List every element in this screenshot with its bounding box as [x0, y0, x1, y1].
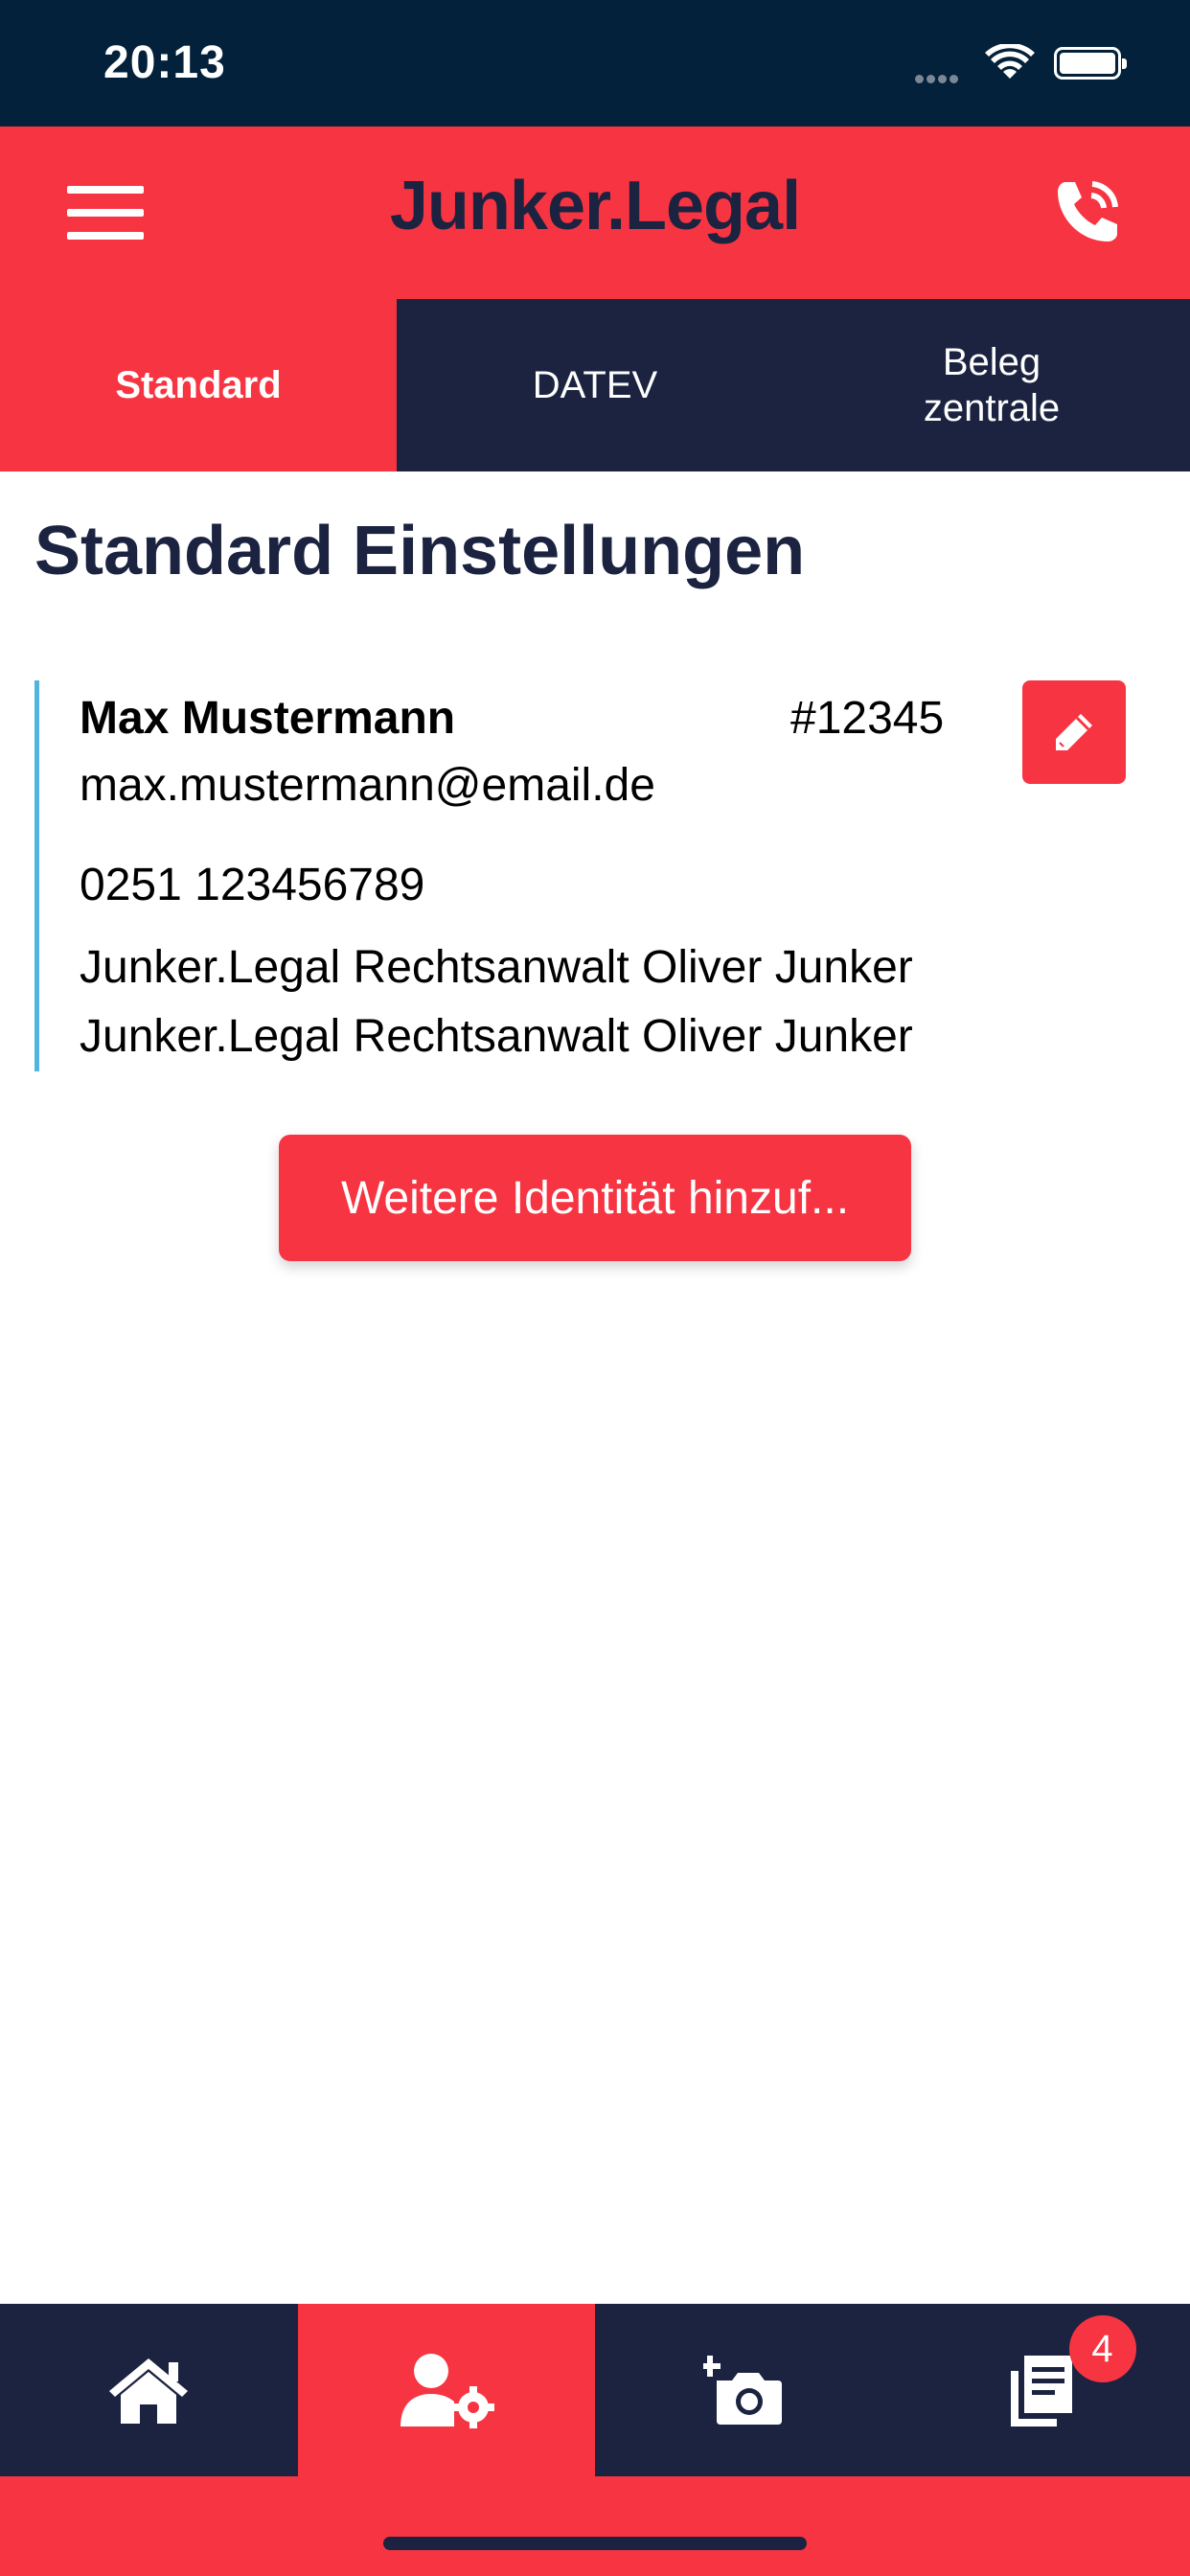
home-icon: [109, 2358, 189, 2424]
app-bar: Junker.Legal: [0, 126, 1190, 299]
tab-belegzentrale-label: Beleg zentrale: [923, 341, 1061, 429]
identity-email: max.mustermann@email.de: [80, 760, 655, 811]
identity-card: Max Mustermann #12345 max.mustermann@ema…: [34, 680, 1156, 1071]
identity-address-line2: Junker.Legal Rechtsanwalt Oliver Junker: [80, 1011, 913, 1062]
identity-phone: 0251 123456789: [80, 860, 425, 910]
add-identity-button[interactable]: Weitere Identität hinzuf...: [279, 1135, 911, 1261]
tab-standard[interactable]: Standard: [0, 299, 397, 472]
status-bar: 20:13: [0, 0, 1190, 126]
wifi-icon: [985, 44, 1035, 79]
tab-bar: Standard DATEV Beleg zentrale: [0, 299, 1190, 472]
nav-user-settings[interactable]: [297, 2304, 595, 2476]
phone-call-icon[interactable]: [1052, 176, 1123, 247]
nav-home[interactable]: [0, 2304, 298, 2476]
pencil-icon: [1056, 714, 1092, 750]
nav-documents[interactable]: 4: [893, 2304, 1190, 2476]
status-time: 20:13: [103, 37, 226, 88]
signal-icon: [915, 71, 961, 88]
user-settings-icon: [400, 2354, 494, 2428]
identity-address-line1: Junker.Legal Rechtsanwalt Oliver Junker: [80, 942, 913, 993]
identity-name: Max Mustermann: [80, 693, 456, 744]
battery-icon: [1054, 47, 1127, 80]
documents-icon: [1010, 2356, 1072, 2426]
bottom-nav: 4: [0, 2304, 1190, 2476]
app-logo: Junker.Legal: [389, 168, 801, 244]
page-title: Standard Einstellungen: [34, 513, 806, 589]
home-indicator-area: [0, 2476, 1190, 2576]
home-indicator[interactable]: [383, 2537, 807, 2550]
documents-badge: 4: [1068, 2315, 1136, 2382]
tab-belegzentrale[interactable]: Beleg zentrale: [793, 299, 1190, 472]
identity-id: #12345: [790, 693, 945, 744]
add-photo-icon: [703, 2356, 783, 2425]
nav-add-photo[interactable]: [595, 2304, 893, 2476]
edit-identity-button[interactable]: [1022, 680, 1126, 784]
tab-datev[interactable]: DATEV: [397, 299, 793, 472]
